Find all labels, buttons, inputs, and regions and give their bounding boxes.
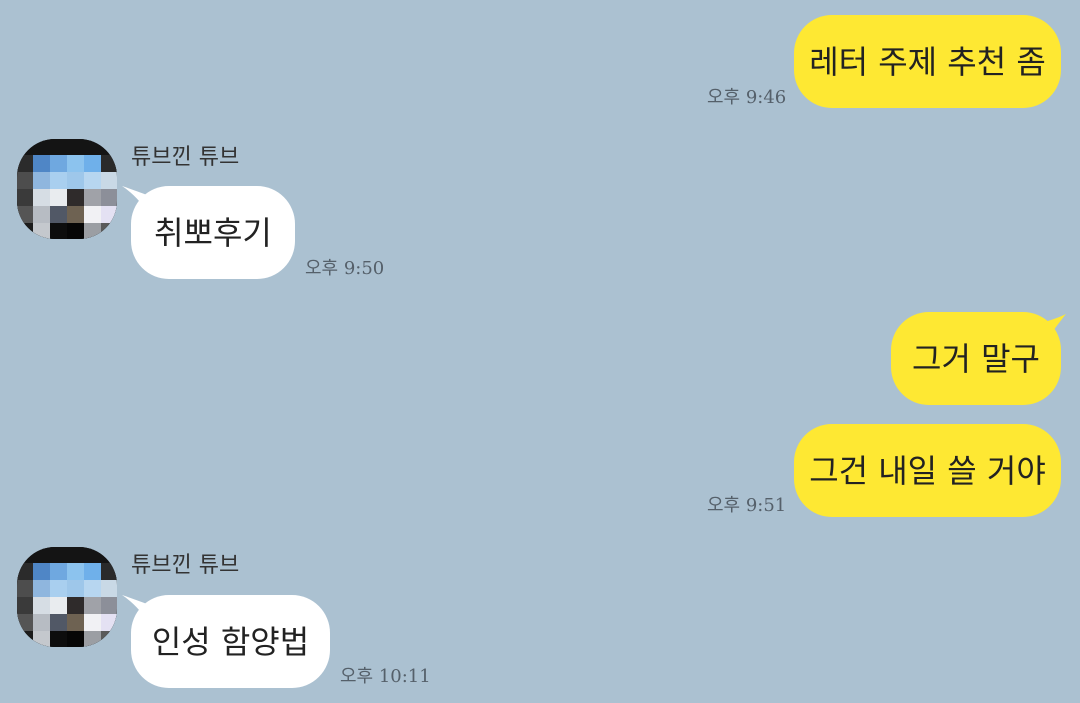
my-message-bubble[interactable]: 그거 말구 — [891, 312, 1061, 405]
message-timestamp: 오후 9:51 — [707, 495, 787, 516]
message-timestamp: 오후 9:46 — [707, 87, 787, 108]
profile-avatar[interactable] — [17, 547, 117, 647]
message-timestamp: 오후 10:11 — [340, 666, 431, 687]
sender-name: 튜브낀 튜브 — [131, 553, 240, 578]
my-message-bubble[interactable]: 레터 주제 추천 좀 — [794, 15, 1061, 108]
their-message-bubble[interactable]: 취뽀후기 — [131, 186, 295, 279]
profile-avatar[interactable] — [17, 139, 117, 239]
sender-name: 튜브낀 튜브 — [131, 145, 240, 170]
my-message-bubble[interactable]: 그건 내일 쓸 거야 — [794, 424, 1061, 517]
message-timestamp: 오후 9:50 — [305, 258, 385, 279]
pixelated-profile-icon — [17, 547, 117, 647]
pixelated-profile-icon — [17, 139, 117, 239]
their-message-bubble[interactable]: 인성 함양법 — [131, 595, 330, 688]
